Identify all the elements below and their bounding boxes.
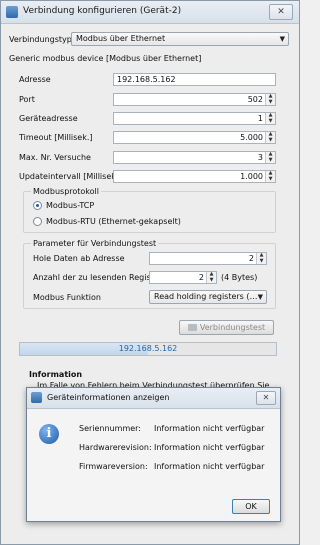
connection-test-button[interactable]: Verbindungstest <box>179 320 274 335</box>
firmware-version-value: Information nicht verfügbar <box>154 462 265 471</box>
update-interval-value: 1.000 <box>240 172 263 181</box>
serial-number-label: Seriennummer: <box>79 424 141 433</box>
device-address-spinner[interactable]: ▲ ▼ <box>265 113 275 124</box>
register-count-input[interactable]: 2 ▲ ▼ <box>149 271 217 284</box>
hardware-revision-label: Hardwarerevision: <box>79 443 152 452</box>
information-heading: Information <box>29 370 83 379</box>
fetch-address-input[interactable]: 2 ▲ ▼ <box>149 252 267 265</box>
protocol-group <box>23 191 276 233</box>
register-bytes-hint: (4 Bytes) <box>221 273 258 282</box>
timeout-spinner[interactable]: ▲ ▼ <box>265 132 275 143</box>
update-interval-input[interactable]: 1.000 ▲ ▼ <box>113 170 276 183</box>
hardware-revision-value: Information nicht verfügbar <box>154 443 265 452</box>
register-count-spinner[interactable]: ▲ ▼ <box>206 272 216 283</box>
dialog-titlebar: Geräteinformationen anzeigen ✕ <box>27 388 280 409</box>
window-titlebar: Verbindung konfigurieren (Gerät-2) ✕ <box>1 1 299 24</box>
dialog-title: Geräteinformationen anzeigen <box>47 393 170 402</box>
register-count-label: Anzahl der zu lesenden Register <box>33 273 162 282</box>
test-progress-bar: 192.168.5.162 <box>19 342 277 356</box>
dialog-app-icon <box>31 392 42 403</box>
max-attempts-value: 3 <box>257 153 263 162</box>
device-address-input[interactable]: 1 ▲ ▼ <box>113 112 276 125</box>
close-button[interactable]: ✕ <box>269 4 293 20</box>
timeout-input[interactable]: 5.000 ▲ ▼ <box>113 131 276 144</box>
plug-icon <box>187 324 197 331</box>
connection-config-window: Verbindung konfigurieren (Gerät-2) ✕ Ver… <box>0 0 300 545</box>
update-interval-spinner[interactable]: ▲ ▼ <box>265 171 275 182</box>
device-address-value: 1 <box>257 114 263 123</box>
modbus-function-select[interactable]: Read holding registers (… ▼ <box>149 290 267 304</box>
serial-number-value: Information nicht verfügbar <box>154 424 265 433</box>
modbus-function-value: Read holding registers (… <box>154 292 258 301</box>
spin-down-icon[interactable]: ▼ <box>257 258 266 265</box>
fetch-address-value: 2 <box>248 254 254 263</box>
register-count-value: 2 <box>198 273 204 282</box>
device-address-label: Geräteadresse <box>19 114 78 123</box>
timeout-label: Timeout [Millisek.] <box>19 133 93 142</box>
update-interval-label: Updateintervall [Millisek.] <box>19 172 122 181</box>
spin-down-icon[interactable]: ▼ <box>266 137 275 144</box>
max-attempts-input[interactable]: 3 ▲ ▼ <box>113 151 276 164</box>
spin-down-icon[interactable]: ▼ <box>266 176 275 183</box>
chevron-down-icon: ▼ <box>257 293 263 301</box>
radio-modbus-tcp[interactable] <box>33 201 42 210</box>
fetch-address-label: Hole Daten ab Adresse <box>33 254 125 263</box>
spin-down-icon[interactable]: ▼ <box>266 157 275 164</box>
timeout-value: 5.000 <box>240 133 263 142</box>
max-attempts-spinner[interactable]: ▲ ▼ <box>265 152 275 163</box>
port-input[interactable]: 502 ▲ ▼ <box>113 93 276 106</box>
device-description: Generic modbus device [Modbus über Ether… <box>9 54 202 63</box>
ok-button[interactable]: OK <box>232 499 270 514</box>
radio-modbus-tcp-label[interactable]: Modbus-TCP <box>46 201 94 210</box>
radio-modbus-rtu[interactable] <box>33 217 42 226</box>
firmware-version-label: Firmwareversion: <box>79 462 148 471</box>
info-icon: i <box>39 424 59 444</box>
app-icon <box>6 6 18 18</box>
port-label: Port <box>19 95 35 104</box>
address-input[interactable]: 192.168.5.162 <box>113 73 276 86</box>
modbus-function-label: Modbus Funktion <box>33 293 101 302</box>
spin-down-icon[interactable]: ▼ <box>266 99 275 106</box>
progress-text: 192.168.5.162 <box>118 344 178 353</box>
window-title: Verbindung konfigurieren (Gerät-2) <box>23 6 182 16</box>
device-info-dialog: Geräteinformationen anzeigen ✕ i Serienn… <box>26 387 281 522</box>
spin-down-icon[interactable]: ▼ <box>207 277 216 284</box>
connection-type-value: Modbus über Ethernet <box>76 34 166 43</box>
radio-modbus-rtu-label[interactable]: Modbus-RTU (Ethernet-gekapselt) <box>46 217 181 226</box>
chevron-down-icon: ▼ <box>279 35 285 43</box>
protocol-group-title: Modbusprotokoll <box>31 187 101 196</box>
address-label: Adresse <box>19 75 51 84</box>
test-params-title: Parameter für Verbindungstest <box>31 239 159 248</box>
dialog-close-button[interactable]: ✕ <box>256 391 276 405</box>
connection-test-label: Verbindungstest <box>199 323 266 332</box>
fetch-address-spinner[interactable]: ▲ ▼ <box>256 253 266 264</box>
connection-type-select[interactable]: Modbus über Ethernet ▼ <box>71 32 289 46</box>
port-spinner[interactable]: ▲ ▼ <box>265 94 275 105</box>
connection-type-label: Verbindungstyp <box>9 35 72 44</box>
max-attempts-label: Max. Nr. Versuche <box>19 153 91 162</box>
port-value: 502 <box>247 95 263 104</box>
spin-down-icon[interactable]: ▼ <box>266 118 275 125</box>
